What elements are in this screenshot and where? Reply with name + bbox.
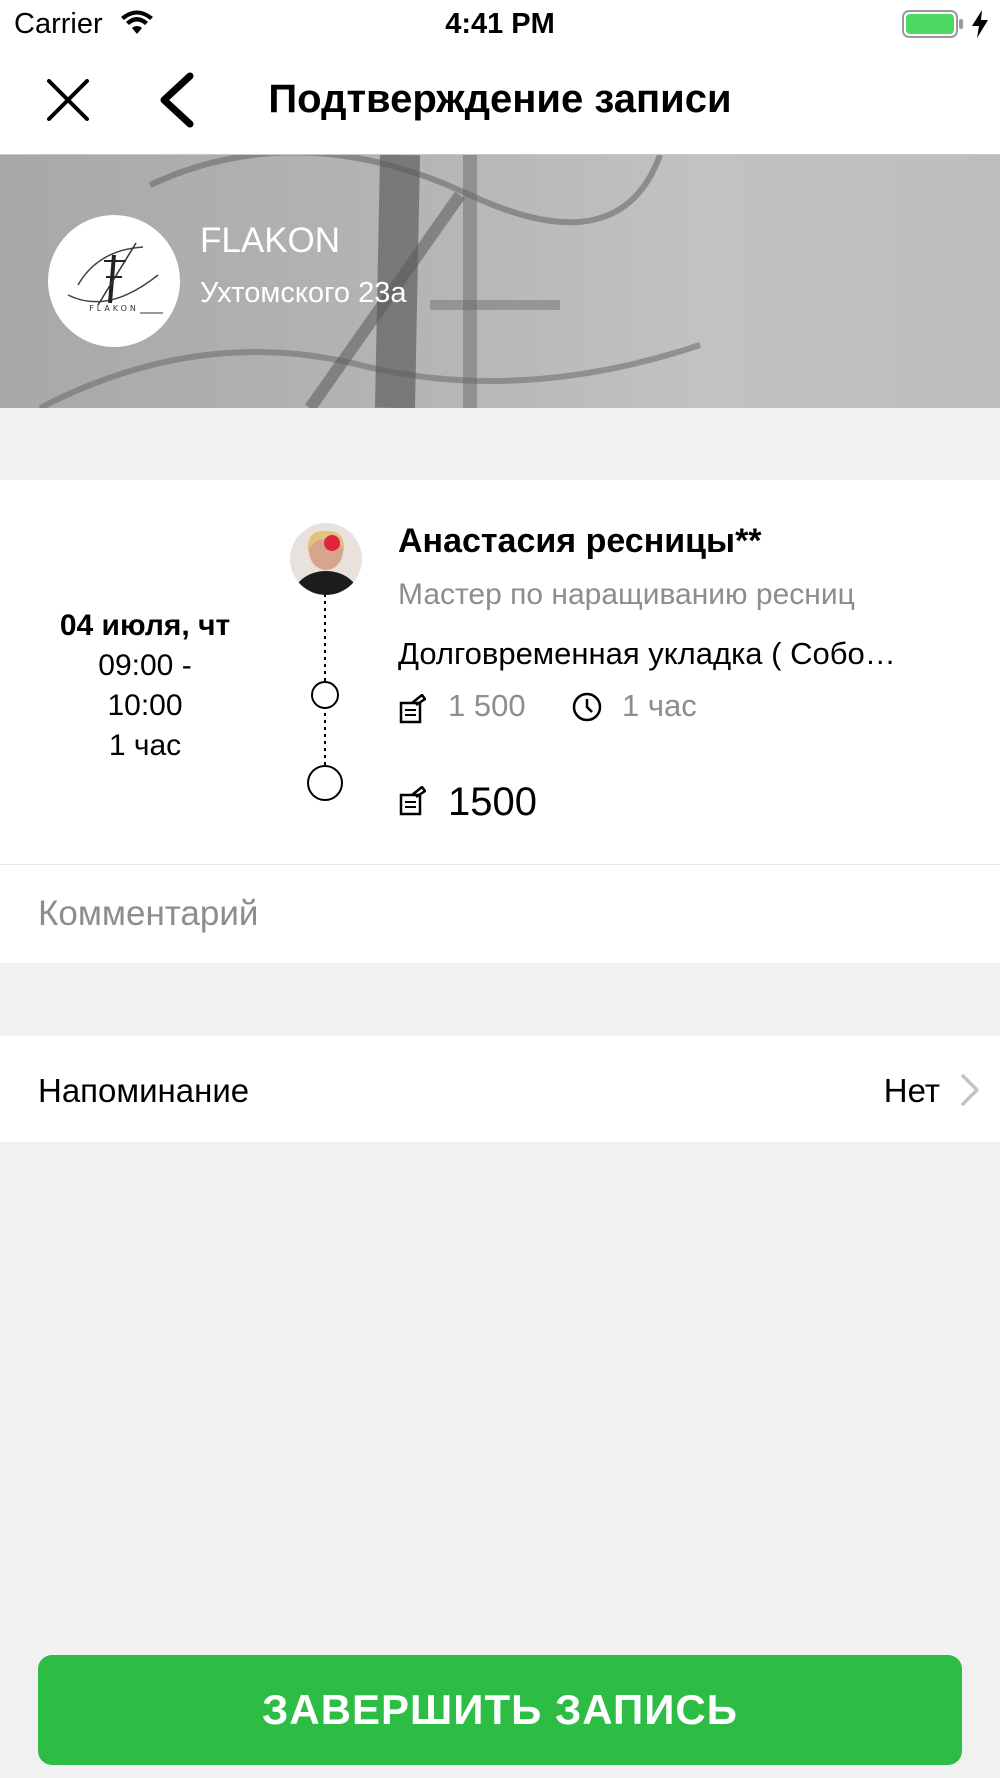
comment-row <box>0 865 1000 963</box>
salon-name: FLAKON <box>200 221 341 260</box>
master-avatar[interactable] <box>290 523 362 595</box>
price-tag-icon <box>398 693 427 724</box>
reminder-value: Нет <box>883 1072 940 1109</box>
service-duration: 1 час <box>622 688 697 723</box>
master-role: Мастер по наращиванию ресниц <box>398 578 855 611</box>
charging-icon <box>970 10 990 43</box>
status-bar: Carrier 4:41 PM <box>0 0 1000 50</box>
close-icon[interactable] <box>40 72 96 128</box>
total-price-icon <box>398 785 427 816</box>
appointment-time-start: 09:00 - <box>98 649 192 682</box>
salon-address: Ухтомского 23а <box>200 277 407 309</box>
master-name: Анастасия ресницы** <box>398 522 762 560</box>
reminder-label: Напоминание <box>38 1072 250 1109</box>
reminder-row[interactable]: Напоминание Нет <box>0 1036 1000 1142</box>
salon-banner: FLAKON FLAKON Ухтомского 23а <box>0 155 1000 408</box>
clock-time: 4:41 PM <box>445 8 555 40</box>
battery-icon <box>902 10 964 43</box>
complete-booking-button[interactable]: ЗАВЕРШИТЬ ЗАПИСЬ <box>38 1655 962 1765</box>
service-name: Долговременная укладка ( Собо… <box>398 636 896 671</box>
logo-wordmark: FLAKON <box>89 304 139 313</box>
appointment-time-end: 10:00 <box>107 689 183 722</box>
total-price: 1500 <box>448 780 537 824</box>
chevron-right-icon <box>958 1072 982 1108</box>
appointment-duration: 1 час <box>108 729 182 762</box>
appointment-datetime: 04 июля, чт 09:00 - 10:00 1 час <box>20 606 270 766</box>
comment-input[interactable] <box>38 865 958 963</box>
clock-icon <box>572 692 602 722</box>
appointment-date: 04 июля, чт <box>59 609 231 642</box>
navigation-bar: Подтверждение записи <box>0 50 1000 155</box>
service-price: 1 500 <box>448 688 526 723</box>
salon-logo: FLAKON <box>48 215 180 347</box>
page-title: Подтверждение записи <box>268 77 732 121</box>
